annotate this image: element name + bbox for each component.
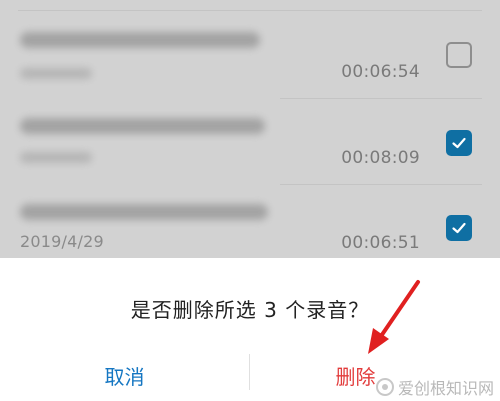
recording-checkbox-1[interactable]	[446, 130, 472, 156]
checkmark-icon	[452, 222, 466, 234]
watermark-logo-icon	[375, 378, 394, 396]
list-divider	[280, 98, 482, 99]
recording-duration: 00:06:51	[341, 233, 420, 253]
blurred-recording-date	[20, 68, 92, 79]
recording-row-0[interactable]: 00:06:54	[0, 12, 500, 96]
recording-list: 00:06:54 00:08:09 2019/4/29 00:06:51	[0, 0, 500, 258]
red-arrow-icon	[368, 280, 420, 354]
recording-checkbox-0[interactable]	[446, 42, 472, 68]
recording-row-2[interactable]: 2019/4/29 00:06:51	[0, 186, 500, 258]
list-divider	[18, 10, 482, 11]
watermark-text: 爱创根知识网	[397, 379, 494, 398]
checkmark-icon	[452, 137, 466, 149]
blurred-recording-title	[20, 32, 260, 48]
list-divider	[280, 184, 482, 185]
recording-duration: 00:08:09	[341, 148, 420, 168]
recording-duration: 00:06:54	[341, 62, 420, 82]
recording-row-1[interactable]: 00:08:09	[0, 100, 500, 184]
blurred-recording-title	[20, 204, 268, 220]
cancel-button[interactable]: 取消	[0, 350, 249, 401]
recording-date: 2019/4/29	[20, 232, 104, 251]
blurred-recording-title	[20, 118, 265, 134]
watermark: 爱创根知识网	[375, 375, 494, 399]
blurred-recording-date	[20, 152, 92, 163]
recording-checkbox-2[interactable]	[446, 215, 472, 241]
button-divider	[249, 354, 250, 390]
